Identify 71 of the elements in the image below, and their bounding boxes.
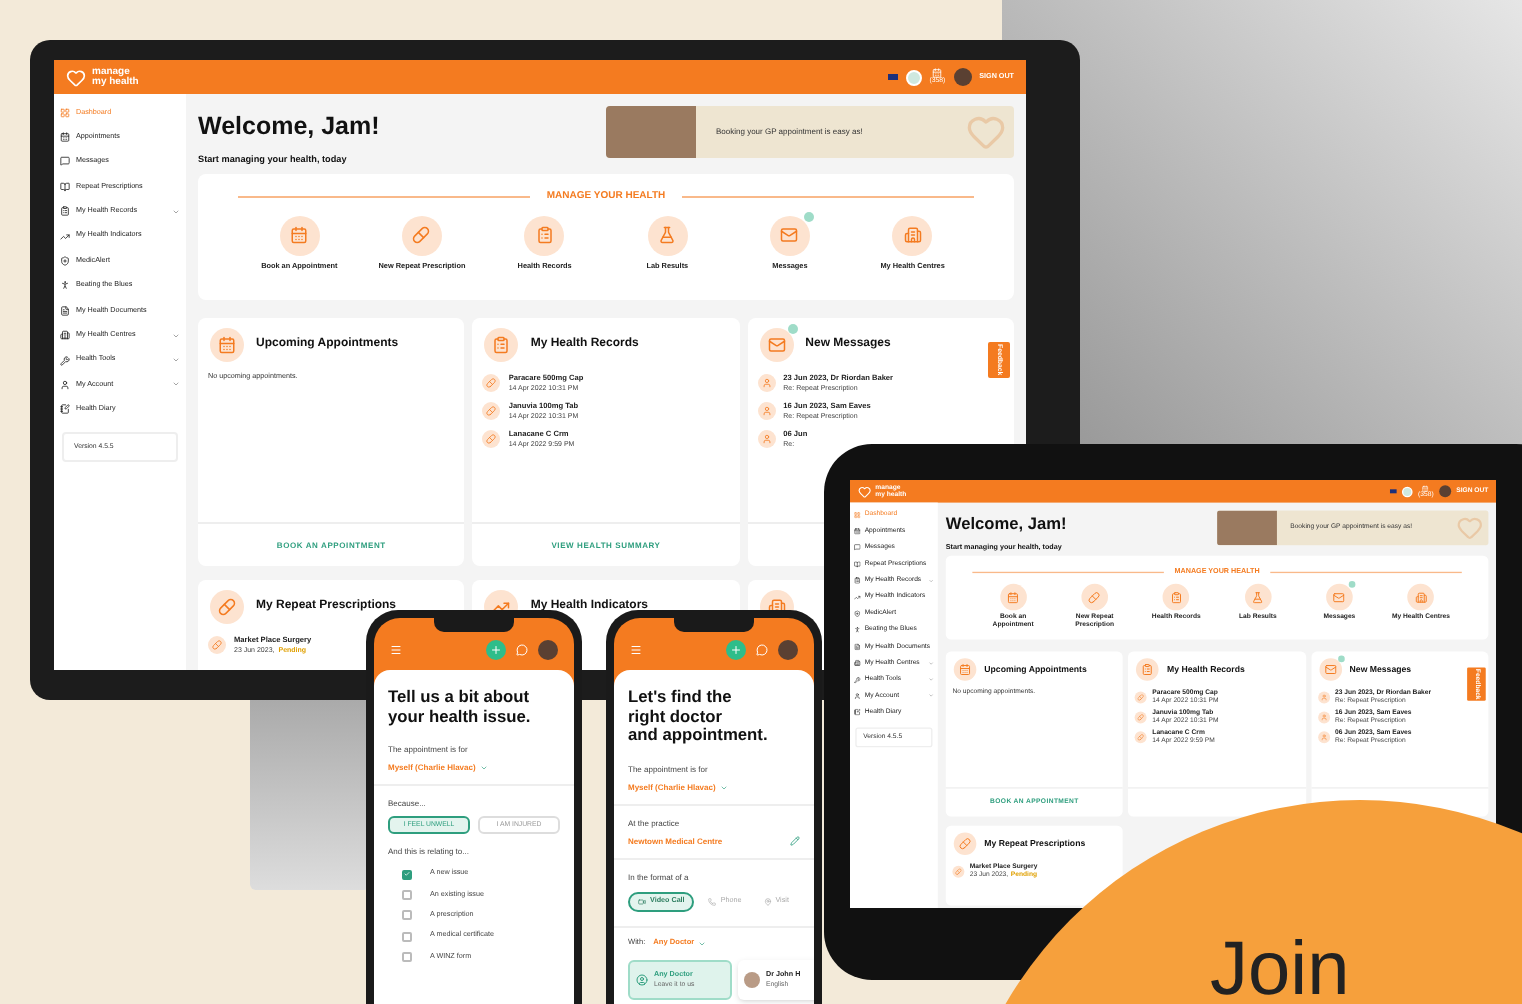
screen-heading: Let's find the right doctor and appointment. [626,684,770,749]
chat-icon [60,156,70,167]
calendar-icon [290,226,309,244]
pill-icon [212,640,222,650]
calendar-icon[interactable] [932,68,943,79]
menu-icon[interactable] [630,643,642,655]
document-icon [60,305,70,316]
welcome-heading: Welcome, Jam! [945,515,1067,533]
phone-notch [674,618,754,632]
user-icon [761,378,772,388]
photo-placeholder [606,106,696,158]
add-button[interactable] [726,639,746,659]
photo-placeholder [1217,510,1277,546]
avatar [538,639,558,659]
clipboard-icon [535,226,554,244]
user-icon [761,434,772,444]
clipboard-icon [492,336,511,354]
welcome-heading: Welcome, Jam! [198,114,380,139]
clipboard-icon [60,206,70,217]
screen-heading: Tell us a bit about your health issue. [386,684,533,730]
checkbox[interactable] [402,889,412,900]
plus-icon [490,643,502,655]
promo-heading: Join [1210,932,1350,1004]
building-icon [60,330,70,341]
trend-icon [60,231,70,242]
building-icon [903,226,922,244]
wrench-icon [60,355,70,366]
badge-icon [905,69,922,85]
person-icon [60,280,70,291]
calendar-icon [218,336,236,354]
chat-icon[interactable] [756,643,768,655]
book-icon [60,181,70,192]
avatar [953,68,972,86]
grid-icon [60,107,70,118]
avatar [1438,485,1451,498]
checkbox[interactable] [402,910,412,921]
user-icon [60,379,70,390]
pencil-icon[interactable] [790,836,800,847]
chat-icon[interactable] [516,643,528,655]
phone-notch [434,618,514,632]
phone-icon [708,897,717,906]
avatar [744,971,760,988]
shield-icon [60,256,70,267]
flag-icon [887,74,898,80]
pill-icon [218,598,236,616]
heart-icon [966,112,1006,152]
menu-icon[interactable] [390,643,402,655]
checkbox[interactable] [402,931,412,942]
badge-icon [1402,486,1413,497]
plus-icon [730,643,742,655]
flag-icon [1390,489,1397,494]
pill-icon [412,226,431,244]
pill-icon [486,378,497,388]
user-icon [636,973,648,986]
checkbox[interactable] [402,952,412,963]
video-icon [638,897,646,906]
mail-icon [780,226,799,244]
flask-icon [658,226,677,244]
check-icon [404,870,410,878]
heart-logo-icon [66,67,86,87]
checkbox[interactable] [402,869,412,879]
avatar [778,639,798,659]
user-icon [761,406,772,416]
pill-icon [486,406,497,416]
add-button[interactable] [486,639,506,659]
notebook-icon [60,404,70,415]
pill-icon [486,434,497,444]
calendar-icon [60,132,70,143]
pin-icon [763,897,772,906]
heart-icon [1456,514,1484,542]
mail-icon [767,336,786,354]
